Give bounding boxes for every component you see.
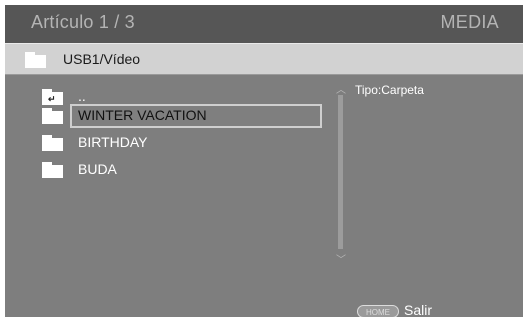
home-button[interactable]: HOME bbox=[357, 305, 399, 317]
list-item-label: WINTER VACATION bbox=[78, 107, 207, 123]
path-bar: USB1/Vídeo bbox=[5, 43, 523, 75]
folder-icon bbox=[42, 135, 63, 151]
scroll-track[interactable] bbox=[338, 95, 343, 249]
list-item-buda[interactable]: BUDA bbox=[40, 158, 324, 182]
media-frame: Artículo 1 / 3 MEDIA USB1/Vídeo ↵ .. WIN… bbox=[5, 5, 523, 317]
list-item-label: .. bbox=[78, 88, 86, 104]
folder-icon bbox=[42, 108, 63, 124]
title-bar: Artículo 1 / 3 MEDIA bbox=[5, 5, 523, 43]
list-scrollbar[interactable]: ︿ ﹀ bbox=[334, 81, 348, 266]
media-browser-screen: Artículo 1 / 3 MEDIA USB1/Vídeo ↵ .. WIN… bbox=[0, 0, 528, 322]
folder-icon bbox=[25, 52, 46, 68]
item-counter: Artículo 1 / 3 bbox=[31, 12, 135, 32]
current-path: USB1/Vídeo bbox=[63, 51, 141, 67]
chevron-down-icon[interactable]: ﹀ bbox=[336, 251, 346, 266]
list-item-label: BIRTHDAY bbox=[78, 134, 148, 150]
folder-icon bbox=[42, 162, 63, 178]
parent-folder-icon: ↵ bbox=[42, 89, 63, 105]
item-type-info: Tipo:Carpeta bbox=[355, 83, 424, 97]
exit-label: Salir bbox=[404, 302, 433, 317]
chevron-up-icon[interactable]: ︿ bbox=[336, 81, 346, 96]
list-item-birthday[interactable]: BIRTHDAY bbox=[40, 131, 324, 155]
list-item-label: BUDA bbox=[78, 161, 117, 177]
list-item-winter-vacation[interactable]: WINTER VACATION bbox=[40, 104, 324, 128]
mode-label: MEDIA bbox=[440, 12, 499, 32]
